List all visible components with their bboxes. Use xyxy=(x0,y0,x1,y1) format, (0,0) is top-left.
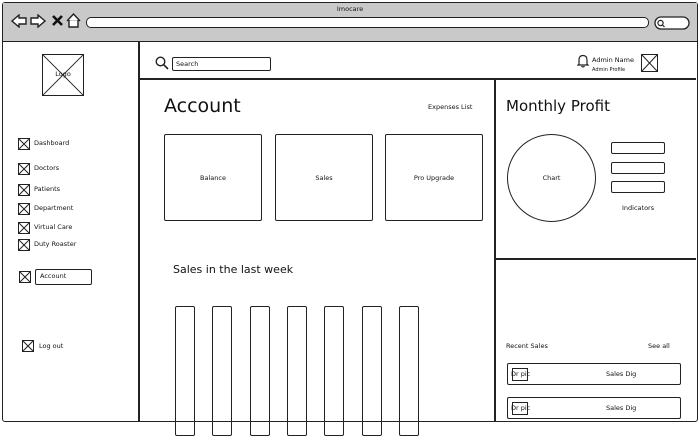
sidebar-item[interactable]: Virtual Care xyxy=(34,223,72,231)
forward-icon[interactable] xyxy=(30,14,46,28)
recent-sale-label: Sales Dig xyxy=(606,370,637,378)
sales-bar xyxy=(212,306,233,436)
search-input[interactable]: Search xyxy=(172,57,271,71)
expenses-list-link[interactable]: Expenses List xyxy=(428,103,472,111)
avatar[interactable] xyxy=(641,54,658,72)
indicator-bar xyxy=(611,142,665,154)
doctor-pic-label: Dr pic xyxy=(511,370,531,378)
logout-icon xyxy=(22,340,34,352)
indicators-label: Indicators xyxy=(622,204,655,212)
summary-card-label: Sales xyxy=(315,174,333,182)
menu-icon xyxy=(18,239,30,251)
sidebar-item[interactable]: Department xyxy=(34,204,73,212)
sidebar-item[interactable]: Patients xyxy=(34,185,60,193)
logout-link[interactable]: Log out xyxy=(39,342,63,350)
sidebar-divider xyxy=(138,42,140,422)
doctor-pic-label: Dr pic xyxy=(511,404,531,412)
account-icon xyxy=(19,271,31,283)
indicator-bar xyxy=(611,162,665,174)
logo-label: Logo xyxy=(55,70,71,78)
sales-bar xyxy=(361,306,382,436)
page-title: Account xyxy=(164,95,241,117)
sidebar-item[interactable]: Doctors xyxy=(34,164,59,172)
home-icon[interactable] xyxy=(66,13,81,28)
sales-bar xyxy=(324,306,345,436)
summary-card-label: Pro Upgrade xyxy=(413,174,455,182)
see-all-link[interactable]: See all xyxy=(648,342,670,350)
profit-title: Monthly Profit xyxy=(506,97,610,115)
profit-chart-label: Chart xyxy=(542,174,561,182)
search-icon xyxy=(155,56,169,70)
sidebar-item-account[interactable]: Account xyxy=(35,269,92,285)
summary-card-label: Balance xyxy=(200,174,226,182)
sales-chart-title: Sales in the last week xyxy=(173,263,294,276)
sidebar-item[interactable]: Dashboard xyxy=(34,139,69,147)
topbar-divider xyxy=(139,78,696,80)
sales-bar xyxy=(249,306,270,436)
menu-icon xyxy=(18,203,30,215)
menu-icon xyxy=(18,138,30,150)
right-panel-split xyxy=(495,258,696,260)
menu-icon xyxy=(18,163,30,175)
sales-bar xyxy=(398,306,419,436)
menu-icon xyxy=(18,222,30,234)
search-icon[interactable] xyxy=(654,16,690,30)
close-icon[interactable] xyxy=(52,15,63,26)
sidebar-item[interactable]: Duty Roaster xyxy=(34,240,76,248)
browser-title: Imocare xyxy=(336,5,364,13)
back-icon[interactable] xyxy=(11,14,27,28)
recent-sale-label: Sales Dig xyxy=(606,404,637,412)
sales-bar xyxy=(175,306,195,436)
bell-icon[interactable] xyxy=(577,54,589,68)
recent-sales-title: Recent Sales xyxy=(506,342,548,350)
menu-icon xyxy=(18,184,30,196)
recent-sale-row[interactable] xyxy=(507,397,681,419)
admin-profile: Admin Profile xyxy=(592,67,626,73)
right-panel-divider xyxy=(494,79,496,422)
address-bar[interactable] xyxy=(86,17,649,28)
recent-sale-row[interactable] xyxy=(507,363,681,385)
indicator-bar xyxy=(611,181,665,193)
admin-name: Admin Name xyxy=(592,56,634,64)
sales-bar xyxy=(286,306,307,436)
